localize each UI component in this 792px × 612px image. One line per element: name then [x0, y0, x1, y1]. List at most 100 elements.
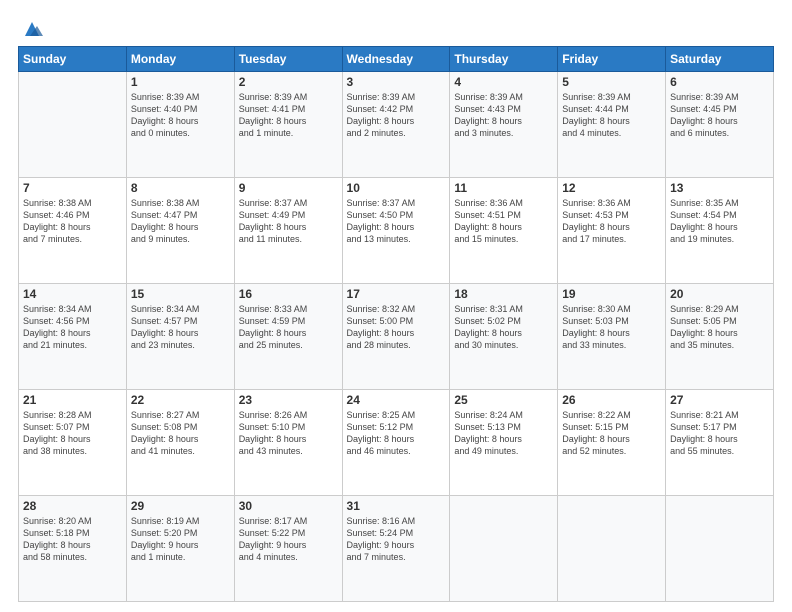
- day-info: Sunrise: 8:27 AM Sunset: 5:08 PM Dayligh…: [131, 409, 230, 458]
- day-number: 10: [347, 181, 446, 195]
- day-info: Sunrise: 8:16 AM Sunset: 5:24 PM Dayligh…: [347, 515, 446, 564]
- day-info: Sunrise: 8:33 AM Sunset: 4:59 PM Dayligh…: [239, 303, 338, 352]
- day-info: Sunrise: 8:39 AM Sunset: 4:40 PM Dayligh…: [131, 91, 230, 140]
- day-info: Sunrise: 8:28 AM Sunset: 5:07 PM Dayligh…: [23, 409, 122, 458]
- calendar-cell: [450, 496, 558, 602]
- day-number: 26: [562, 393, 661, 407]
- calendar-cell: 24 Sunrise: 8:25 AM Sunset: 5:12 PM Dayli…: [342, 390, 450, 496]
- day-info: Sunrise: 8:39 AM Sunset: 4:43 PM Dayligh…: [454, 91, 553, 140]
- calendar-cell: 11 Sunrise: 8:36 AM Sunset: 4:51 PM Dayli…: [450, 178, 558, 284]
- day-info: Sunrise: 8:39 AM Sunset: 4:45 PM Dayligh…: [670, 91, 769, 140]
- day-info: Sunrise: 8:20 AM Sunset: 5:18 PM Dayligh…: [23, 515, 122, 564]
- day-number: 11: [454, 181, 553, 195]
- day-info: Sunrise: 8:21 AM Sunset: 5:17 PM Dayligh…: [670, 409, 769, 458]
- calendar-cell: 27 Sunrise: 8:21 AM Sunset: 5:17 PM Dayli…: [666, 390, 774, 496]
- day-number: 23: [239, 393, 338, 407]
- calendar-cell: 30 Sunrise: 8:17 AM Sunset: 5:22 PM Dayli…: [234, 496, 342, 602]
- day-number: 5: [562, 75, 661, 89]
- day-number: 14: [23, 287, 122, 301]
- calendar-cell: 8Sunrise: 8:38 AM Sunset: 4:47 PM Daylig…: [126, 178, 234, 284]
- day-info: Sunrise: 8:34 AM Sunset: 4:57 PM Dayligh…: [131, 303, 230, 352]
- day-number: 1: [131, 75, 230, 89]
- day-info: Sunrise: 8:35 AM Sunset: 4:54 PM Dayligh…: [670, 197, 769, 246]
- day-info: Sunrise: 8:22 AM Sunset: 5:15 PM Dayligh…: [562, 409, 661, 458]
- calendar-week-4: 21Sunrise: 8:28 AM Sunset: 5:07 PM Dayli…: [19, 390, 774, 496]
- day-info: Sunrise: 8:39 AM Sunset: 4:42 PM Dayligh…: [347, 91, 446, 140]
- day-info: Sunrise: 8:17 AM Sunset: 5:22 PM Dayligh…: [239, 515, 338, 564]
- day-info: Sunrise: 8:39 AM Sunset: 4:41 PM Dayligh…: [239, 91, 338, 140]
- calendar-cell: 17 Sunrise: 8:32 AM Sunset: 5:00 PM Dayli…: [342, 284, 450, 390]
- weekday-header-wednesday: Wednesday: [342, 47, 450, 72]
- calendar-cell: 29 Sunrise: 8:19 AM Sunset: 5:20 PM Dayli…: [126, 496, 234, 602]
- calendar-cell: 14Sunrise: 8:34 AM Sunset: 4:56 PM Dayli…: [19, 284, 127, 390]
- calendar-cell: 26 Sunrise: 8:22 AM Sunset: 5:15 PM Dayli…: [558, 390, 666, 496]
- day-number: 15: [131, 287, 230, 301]
- calendar-cell: 16 Sunrise: 8:33 AM Sunset: 4:59 PM Dayli…: [234, 284, 342, 390]
- day-info: Sunrise: 8:36 AM Sunset: 4:53 PM Dayligh…: [562, 197, 661, 246]
- day-number: 17: [347, 287, 446, 301]
- calendar-week-2: 7 Sunrise: 8:38 AM Sunset: 4:46 PM Daylig…: [19, 178, 774, 284]
- weekday-header-tuesday: Tuesday: [234, 47, 342, 72]
- day-info: Sunrise: 8:25 AM Sunset: 5:12 PM Dayligh…: [347, 409, 446, 458]
- day-info: Sunrise: 8:38 AM Sunset: 4:46 PM Dayligh…: [23, 197, 122, 246]
- calendar-cell: 19 Sunrise: 8:30 AM Sunset: 5:03 PM Dayli…: [558, 284, 666, 390]
- day-number: 2: [239, 75, 338, 89]
- day-number: 7: [23, 181, 122, 195]
- day-number: 8: [131, 181, 230, 195]
- day-number: 4: [454, 75, 553, 89]
- calendar-week-5: 28Sunrise: 8:20 AM Sunset: 5:18 PM Dayli…: [19, 496, 774, 602]
- day-number: 31: [347, 499, 446, 513]
- day-number: 12: [562, 181, 661, 195]
- calendar-week-1: 1 Sunrise: 8:39 AM Sunset: 4:40 PM Daylig…: [19, 72, 774, 178]
- calendar-cell: [666, 496, 774, 602]
- weekday-header-friday: Friday: [558, 47, 666, 72]
- day-info: Sunrise: 8:39 AM Sunset: 4:44 PM Dayligh…: [562, 91, 661, 140]
- calendar-table: SundayMondayTuesdayWednesdayThursdayFrid…: [18, 46, 774, 602]
- day-info: Sunrise: 8:30 AM Sunset: 5:03 PM Dayligh…: [562, 303, 661, 352]
- header: [18, 16, 774, 40]
- day-number: 3: [347, 75, 446, 89]
- calendar-cell: 22Sunrise: 8:27 AM Sunset: 5:08 PM Dayli…: [126, 390, 234, 496]
- day-number: 13: [670, 181, 769, 195]
- weekday-header-saturday: Saturday: [666, 47, 774, 72]
- weekday-header-sunday: Sunday: [19, 47, 127, 72]
- calendar-cell: 9Sunrise: 8:37 AM Sunset: 4:49 PM Daylig…: [234, 178, 342, 284]
- calendar-cell: 28Sunrise: 8:20 AM Sunset: 5:18 PM Dayli…: [19, 496, 127, 602]
- day-number: 18: [454, 287, 553, 301]
- calendar-cell: 20Sunrise: 8:29 AM Sunset: 5:05 PM Dayli…: [666, 284, 774, 390]
- calendar-cell: 6 Sunrise: 8:39 AM Sunset: 4:45 PM Daylig…: [666, 72, 774, 178]
- weekday-header-monday: Monday: [126, 47, 234, 72]
- day-info: Sunrise: 8:36 AM Sunset: 4:51 PM Dayligh…: [454, 197, 553, 246]
- day-number: 19: [562, 287, 661, 301]
- calendar-cell: [558, 496, 666, 602]
- day-number: 24: [347, 393, 446, 407]
- day-info: Sunrise: 8:24 AM Sunset: 5:13 PM Dayligh…: [454, 409, 553, 458]
- calendar-week-3: 14Sunrise: 8:34 AM Sunset: 4:56 PM Dayli…: [19, 284, 774, 390]
- calendar-cell: 12 Sunrise: 8:36 AM Sunset: 4:53 PM Dayli…: [558, 178, 666, 284]
- calendar-header: SundayMondayTuesdayWednesdayThursdayFrid…: [19, 47, 774, 72]
- day-number: 25: [454, 393, 553, 407]
- day-info: Sunrise: 8:26 AM Sunset: 5:10 PM Dayligh…: [239, 409, 338, 458]
- day-info: Sunrise: 8:32 AM Sunset: 5:00 PM Dayligh…: [347, 303, 446, 352]
- day-number: 29: [131, 499, 230, 513]
- calendar-cell: 5 Sunrise: 8:39 AM Sunset: 4:44 PM Daylig…: [558, 72, 666, 178]
- calendar-cell: 10Sunrise: 8:37 AM Sunset: 4:50 PM Dayli…: [342, 178, 450, 284]
- calendar-cell: 1 Sunrise: 8:39 AM Sunset: 4:40 PM Daylig…: [126, 72, 234, 178]
- calendar-cell: 7 Sunrise: 8:38 AM Sunset: 4:46 PM Daylig…: [19, 178, 127, 284]
- calendar-cell: 13 Sunrise: 8:35 AM Sunset: 4:54 PM Dayli…: [666, 178, 774, 284]
- day-info: Sunrise: 8:19 AM Sunset: 5:20 PM Dayligh…: [131, 515, 230, 564]
- calendar-cell: 23 Sunrise: 8:26 AM Sunset: 5:10 PM Dayli…: [234, 390, 342, 496]
- weekday-row: SundayMondayTuesdayWednesdayThursdayFrid…: [19, 47, 774, 72]
- day-number: 9: [239, 181, 338, 195]
- calendar-cell: 4 Sunrise: 8:39 AM Sunset: 4:43 PM Daylig…: [450, 72, 558, 178]
- day-number: 6: [670, 75, 769, 89]
- day-number: 20: [670, 287, 769, 301]
- day-info: Sunrise: 8:31 AM Sunset: 5:02 PM Dayligh…: [454, 303, 553, 352]
- day-number: 16: [239, 287, 338, 301]
- day-number: 30: [239, 499, 338, 513]
- day-number: 27: [670, 393, 769, 407]
- calendar-cell: 25 Sunrise: 8:24 AM Sunset: 5:13 PM Dayli…: [450, 390, 558, 496]
- calendar-cell: 18 Sunrise: 8:31 AM Sunset: 5:02 PM Dayli…: [450, 284, 558, 390]
- calendar-cell: 21Sunrise: 8:28 AM Sunset: 5:07 PM Dayli…: [19, 390, 127, 496]
- calendar-cell: 31 Sunrise: 8:16 AM Sunset: 5:24 PM Dayli…: [342, 496, 450, 602]
